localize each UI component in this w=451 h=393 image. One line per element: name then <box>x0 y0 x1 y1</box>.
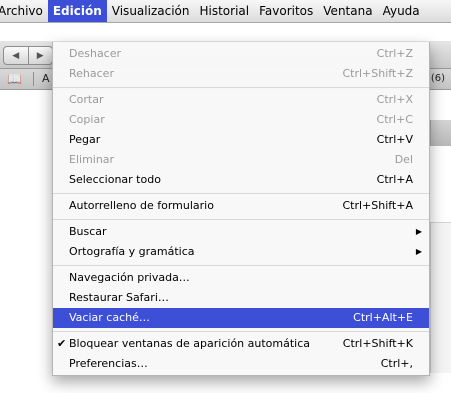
content-panel <box>430 222 451 373</box>
bookmark-count[interactable]: (6) <box>431 73 445 84</box>
bookmarks-book-icon[interactable]: 📖 <box>7 72 22 86</box>
menu-item-shortcut: Ctrl+, <box>380 357 413 370</box>
menu-item-seleccionar-todo[interactable]: Seleccionar todo Ctrl+A <box>53 170 429 190</box>
menu-item-eliminar[interactable]: Eliminar Del <box>53 150 429 170</box>
menu-item-label: Vaciar caché… <box>69 311 150 324</box>
menu-item-label: Bloquear ventanas de aparición automátic… <box>69 337 311 350</box>
content-header-bar <box>430 120 451 146</box>
menu-bar: Archivo Edición Visualización Historial … <box>0 0 451 23</box>
menu-item-navegacion-privada[interactable]: Navegación privada… <box>53 268 429 288</box>
menu-item-restaurar-safari[interactable]: Restaurar Safari… <box>53 288 429 308</box>
menu-edicion[interactable]: Edición <box>47 0 107 22</box>
nav-buttons: ◀ ▶ <box>3 46 53 65</box>
menu-item-buscar[interactable]: Buscar ▶ <box>53 222 429 242</box>
menu-item-label: Ortografía y gramática <box>69 245 195 258</box>
menu-separator <box>53 265 429 266</box>
menu-item-label: Restaurar Safari… <box>69 291 169 304</box>
checkmark-icon: ✔ <box>57 337 67 350</box>
menu-visualizacion[interactable]: Visualización <box>107 0 195 22</box>
menu-item-shortcut: Ctrl+Shift+K <box>342 337 413 350</box>
menu-item-label: Navegación privada… <box>69 271 190 284</box>
menu-item-label: Copiar <box>69 113 105 126</box>
menu-item-ortografia[interactable]: Ortografía y gramática ▶ <box>53 242 429 262</box>
menu-ayuda[interactable]: Ayuda <box>378 0 425 22</box>
menu-ventana[interactable]: Ventana <box>318 0 377 22</box>
forward-arrow-icon[interactable]: ▶ <box>27 47 53 64</box>
menu-item-label: Eliminar <box>69 153 115 166</box>
menu-separator <box>53 193 429 194</box>
menu-item-label: Rehacer <box>69 67 114 80</box>
menu-item-autorrelleno[interactable]: Autorrelleno de formulario Ctrl+Shift+A <box>53 196 429 216</box>
menu-item-label: Pegar <box>69 133 101 146</box>
menu-item-shortcut: Ctrl+V <box>376 133 413 146</box>
menu-item-label: Cortar <box>69 93 104 106</box>
menu-separator <box>53 219 429 220</box>
bookmark-item[interactable]: A <box>42 72 50 85</box>
menu-item-label: Autorrelleno de formulario <box>69 199 214 212</box>
menu-item-label: Buscar <box>69 225 107 238</box>
menu-item-vaciar-cache[interactable]: Vaciar caché… Ctrl+Alt+E <box>53 308 429 328</box>
menu-item-shortcut: Ctrl+C <box>376 113 413 126</box>
menu-item-copiar[interactable]: Copiar Ctrl+C <box>53 110 429 130</box>
menu-item-rehacer[interactable]: Rehacer Ctrl+Shift+Z <box>53 64 429 84</box>
menu-item-label: Seleccionar todo <box>69 173 161 186</box>
edit-menu-dropdown: Deshacer Ctrl+Z Rehacer Ctrl+Shift+Z Cor… <box>52 42 430 376</box>
menu-item-shortcut: Ctrl+X <box>376 93 413 106</box>
back-arrow-icon[interactable]: ◀ <box>4 47 28 64</box>
menu-item-shortcut: Del <box>394 153 413 166</box>
bookmarks-divider <box>33 72 34 86</box>
menu-favoritos[interactable]: Favoritos <box>254 0 318 22</box>
menu-archivo[interactable]: Archivo <box>0 0 48 22</box>
menu-separator <box>53 87 429 88</box>
menu-item-shortcut: Ctrl+Z <box>376 47 413 60</box>
menu-item-bloquear-ventanas[interactable]: ✔ Bloquear ventanas de aparición automát… <box>53 334 429 354</box>
menu-item-cortar[interactable]: Cortar Ctrl+X <box>53 90 429 110</box>
menu-item-shortcut: Ctrl+Alt+E <box>353 311 413 324</box>
menu-separator <box>53 331 429 332</box>
menu-item-shortcut: Ctrl+A <box>376 173 413 186</box>
menu-item-label: Preferencias… <box>69 357 148 370</box>
submenu-arrow-icon: ▶ <box>415 227 422 236</box>
menu-item-preferencias[interactable]: Preferencias… Ctrl+, <box>53 354 429 374</box>
menu-item-shortcut: Ctrl+Shift+A <box>342 199 413 212</box>
submenu-arrow-icon: ▶ <box>415 247 422 256</box>
menu-item-deshacer[interactable]: Deshacer Ctrl+Z <box>53 44 429 64</box>
menu-item-shortcut: Ctrl+Shift+Z <box>342 67 413 80</box>
menu-historial[interactable]: Historial <box>194 0 254 22</box>
menu-item-pegar[interactable]: Pegar Ctrl+V <box>53 130 429 150</box>
menu-item-label: Deshacer <box>69 47 122 60</box>
